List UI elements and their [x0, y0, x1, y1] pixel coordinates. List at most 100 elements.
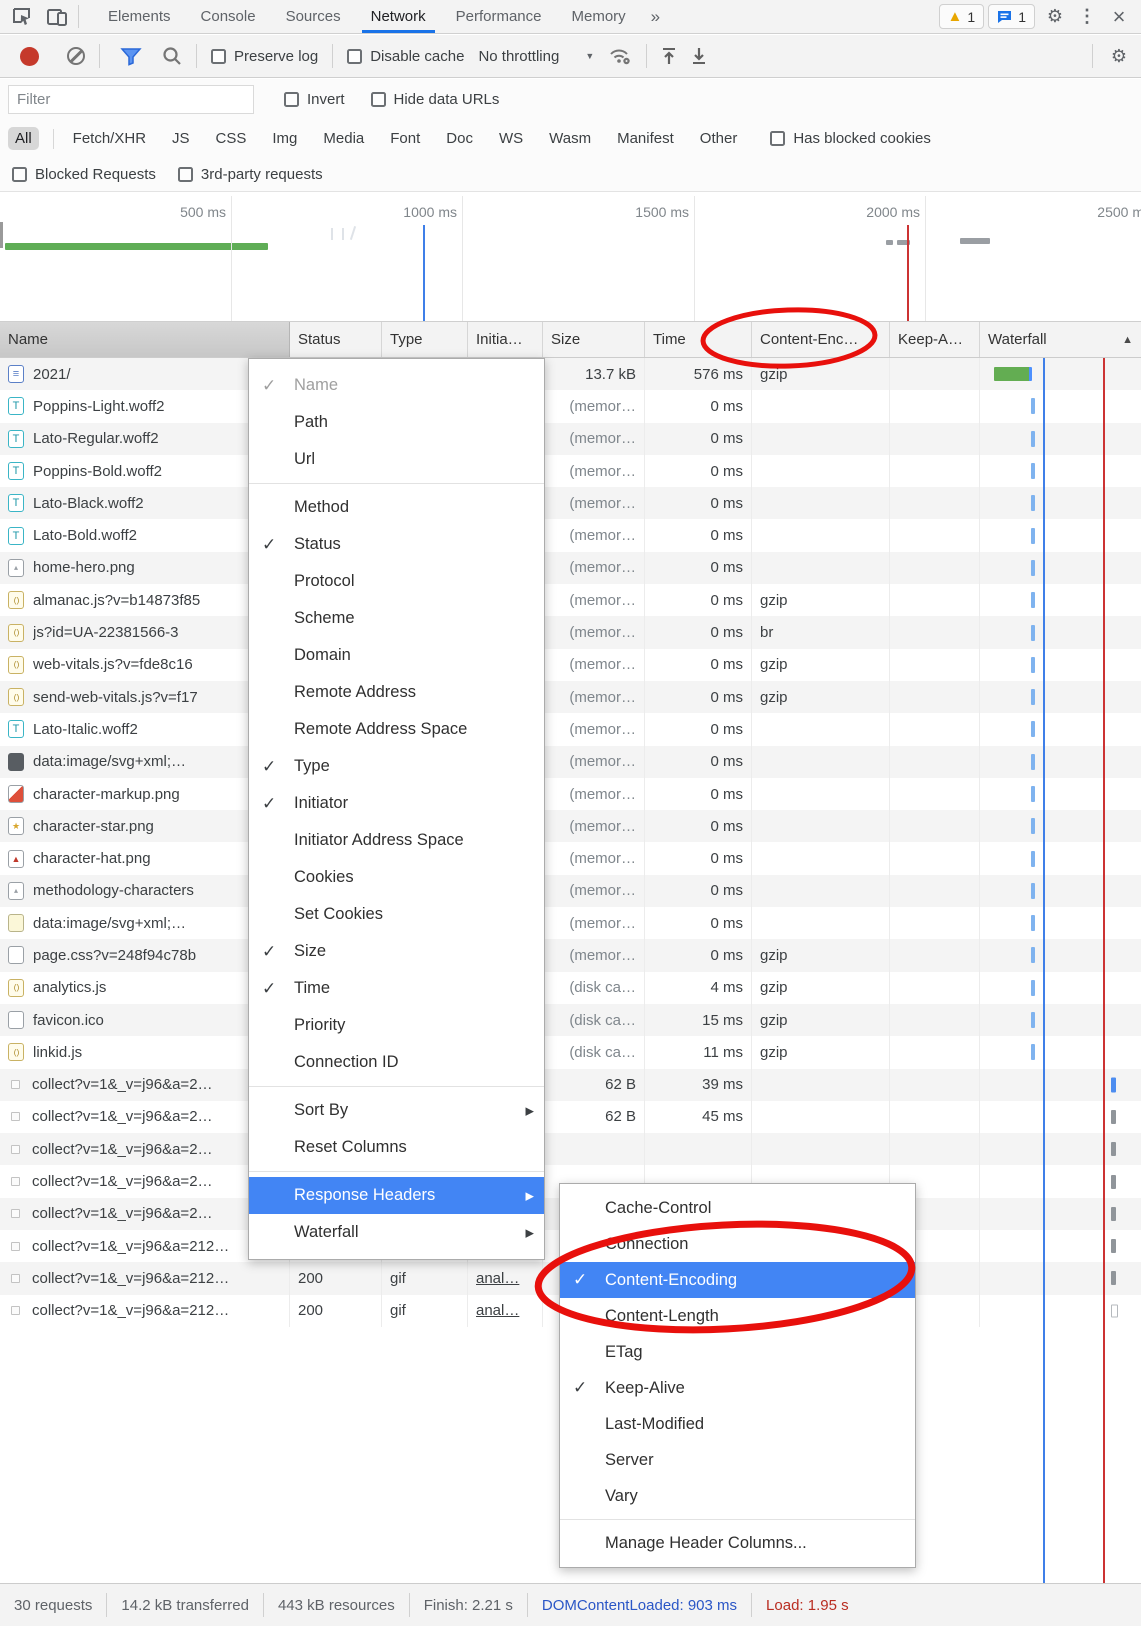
menu-item-server[interactable]: Server — [560, 1442, 915, 1478]
table-row[interactable]: collect?v=1&_v=j96&a=2…62 B39 ms — [0, 1069, 1141, 1101]
disable-cache-checkbox[interactable]: Disable cache — [347, 48, 464, 65]
menu-item-response-headers[interactable]: Response Headers▶ — [249, 1177, 544, 1214]
column-header-content-enc[interactable]: Content-Enc… — [752, 322, 890, 357]
column-header-type[interactable]: Type — [382, 322, 468, 357]
menu-item-type[interactable]: ✓Type — [249, 748, 544, 785]
close-icon[interactable]: × — [1107, 4, 1131, 30]
issues-badge[interactable]: 1 — [988, 4, 1035, 29]
table-row[interactable]: TLato-Black.woff2(memor…0 ms — [0, 487, 1141, 519]
filter-chip-fetch-xhr[interactable]: Fetch/XHR — [66, 127, 153, 150]
warnings-badge[interactable]: ▲ 1 — [939, 4, 985, 29]
filter-chip-manifest[interactable]: Manifest — [610, 127, 681, 150]
menu-item-reset-columns[interactable]: Reset Columns — [249, 1129, 544, 1166]
kebab-menu-icon[interactable]: ⋮ — [1075, 6, 1099, 27]
table-row[interactable]: ▴methodology-characters(memor…0 ms — [0, 875, 1141, 907]
table-row[interactable]: favicon.ico(disk ca…15 msgzip — [0, 1004, 1141, 1036]
status-load[interactable]: Load: 1.95 s — [751, 1593, 863, 1617]
table-row[interactable]: TLato-Italic.woff2(memor…0 ms — [0, 713, 1141, 745]
filter-chip-all[interactable]: All — [8, 127, 39, 150]
export-har-icon[interactable] — [691, 47, 707, 65]
column-header-size[interactable]: Size — [543, 322, 645, 357]
menu-item-time[interactable]: ✓Time — [249, 970, 544, 1007]
invert-checkbox[interactable]: Invert — [284, 91, 345, 108]
table-row[interactable]: collect?v=1&_v=j96&a=2… — [0, 1133, 1141, 1165]
filter-chip-other[interactable]: Other — [693, 127, 745, 150]
filter-funnel-icon[interactable] — [120, 46, 142, 66]
tab-sources[interactable]: Sources — [271, 0, 356, 33]
menu-item-sort-by[interactable]: Sort By▶ — [249, 1092, 544, 1129]
tab-elements[interactable]: Elements — [93, 0, 186, 33]
device-toolbar-icon[interactable] — [44, 4, 70, 30]
table-row[interactable]: TPoppins-Light.woff2(memor…0 ms — [0, 390, 1141, 422]
column-header-name[interactable]: Name — [0, 322, 290, 357]
tab-network[interactable]: Network — [356, 0, 441, 33]
table-row[interactable]: ≡2021/13.7 kB576 msgzip — [0, 358, 1141, 390]
network-settings-gear-icon[interactable]: ⚙ — [1107, 46, 1131, 67]
column-header-initia[interactable]: Initia… — [468, 322, 543, 357]
menu-item-content-encoding[interactable]: ✓Content-Encoding — [560, 1262, 915, 1298]
table-row[interactable]: ( )analytics.js(disk ca…4 msgzip — [0, 972, 1141, 1004]
table-row[interactable]: ★character-star.png(memor…0 ms — [0, 810, 1141, 842]
filter-chip-wasm[interactable]: Wasm — [542, 127, 598, 150]
sort-ascending-icon[interactable]: ▲ — [1122, 334, 1133, 346]
menu-item-initiator[interactable]: ✓Initiator — [249, 785, 544, 822]
settings-gear-icon[interactable]: ⚙ — [1043, 6, 1067, 27]
menu-item-set-cookies[interactable]: Set Cookies — [249, 896, 544, 933]
throttling-dropdown[interactable]: No throttling ▼ — [478, 48, 594, 65]
clear-icon[interactable] — [67, 47, 85, 65]
menu-item-keep-alive[interactable]: ✓Keep-Alive — [560, 1370, 915, 1406]
inspect-element-icon[interactable] — [8, 4, 34, 30]
menu-item-status[interactable]: ✓Status — [249, 526, 544, 563]
menu-item-waterfall[interactable]: Waterfall▶ — [249, 1214, 544, 1251]
menu-item-scheme[interactable]: Scheme — [249, 600, 544, 637]
filter-chip-js[interactable]: JS — [165, 127, 197, 150]
column-header-status[interactable]: Status — [290, 322, 382, 357]
filter-chip-font[interactable]: Font — [383, 127, 427, 150]
tab-console[interactable]: Console — [186, 0, 271, 33]
tab-performance[interactable]: Performance — [441, 0, 557, 33]
table-row[interactable]: data:image/svg+xml;…(memor…0 ms — [0, 746, 1141, 778]
menu-item-content-length[interactable]: Content-Length — [560, 1298, 915, 1334]
table-row[interactable]: ( )js?id=UA-22381566-3(memor…0 msbr — [0, 616, 1141, 648]
table-row[interactable]: TPoppins-Bold.woff2(memor…0 ms — [0, 455, 1141, 487]
menu-item-connection[interactable]: Connection — [560, 1226, 915, 1262]
menu-item-cookies[interactable]: Cookies — [249, 859, 544, 896]
menu-item-initiator-address-space[interactable]: Initiator Address Space — [249, 822, 544, 859]
table-row[interactable]: TLato-Regular.woff2(memor…0 ms — [0, 423, 1141, 455]
menu-item-etag[interactable]: ETag — [560, 1334, 915, 1370]
filter-chip-img[interactable]: Img — [265, 127, 304, 150]
hide-data-urls-checkbox[interactable]: Hide data URLs — [371, 91, 500, 108]
network-conditions-icon[interactable] — [608, 46, 632, 66]
table-row[interactable]: ▲character-hat.png(memor…0 ms — [0, 842, 1141, 874]
table-row[interactable]: ( )send-web-vitals.js?v=f17(memor…0 msgz… — [0, 681, 1141, 713]
menu-item-last-modified[interactable]: Last-Modified — [560, 1406, 915, 1442]
filter-chip-css[interactable]: CSS — [209, 127, 254, 150]
has-blocked-cookies-checkbox[interactable]: Has blocked cookies — [770, 130, 931, 147]
menu-item-manage-header-columns[interactable]: Manage Header Columns... — [560, 1525, 915, 1561]
network-overview-timeline[interactable]: 500 ms1000 ms1500 ms2000 ms2500 ms — [0, 192, 1141, 322]
table-row[interactable]: ( )web-vitals.js?v=fde8c16(memor…0 msgzi… — [0, 649, 1141, 681]
tab-memory[interactable]: Memory — [557, 0, 641, 33]
record-icon[interactable] — [20, 47, 39, 66]
filter-chip-media[interactable]: Media — [316, 127, 371, 150]
menu-item-priority[interactable]: Priority — [249, 1007, 544, 1044]
filter-chip-doc[interactable]: Doc — [439, 127, 480, 150]
menu-item-method[interactable]: Method — [249, 489, 544, 526]
column-header-time[interactable]: Time — [645, 322, 752, 357]
menu-item-connection-id[interactable]: Connection ID — [249, 1044, 544, 1081]
preserve-log-checkbox[interactable]: Preserve log — [211, 48, 318, 65]
menu-item-name[interactable]: ✓Name — [249, 367, 544, 404]
menu-item-remote-address-space[interactable]: Remote Address Space — [249, 711, 544, 748]
table-row[interactable]: page.css?v=248f94c78b(memor…0 msgzip — [0, 939, 1141, 971]
third-party-requests-checkbox[interactable]: 3rd-party requests — [178, 166, 323, 183]
filter-chip-ws[interactable]: WS — [492, 127, 530, 150]
menu-item-cache-control[interactable]: Cache-Control — [560, 1190, 915, 1226]
menu-item-remote-address[interactable]: Remote Address — [249, 674, 544, 711]
menu-item-protocol[interactable]: Protocol — [249, 563, 544, 600]
blocked-requests-checkbox[interactable]: Blocked Requests — [12, 166, 156, 183]
menu-item-url[interactable]: Url — [249, 441, 544, 478]
menu-item-path[interactable]: Path — [249, 404, 544, 441]
menu-item-vary[interactable]: Vary — [560, 1478, 915, 1514]
table-row[interactable]: collect?v=1&_v=j96&a=2…62 B45 ms — [0, 1101, 1141, 1133]
table-row[interactable]: ▴home-hero.png(memor…0 ms — [0, 552, 1141, 584]
